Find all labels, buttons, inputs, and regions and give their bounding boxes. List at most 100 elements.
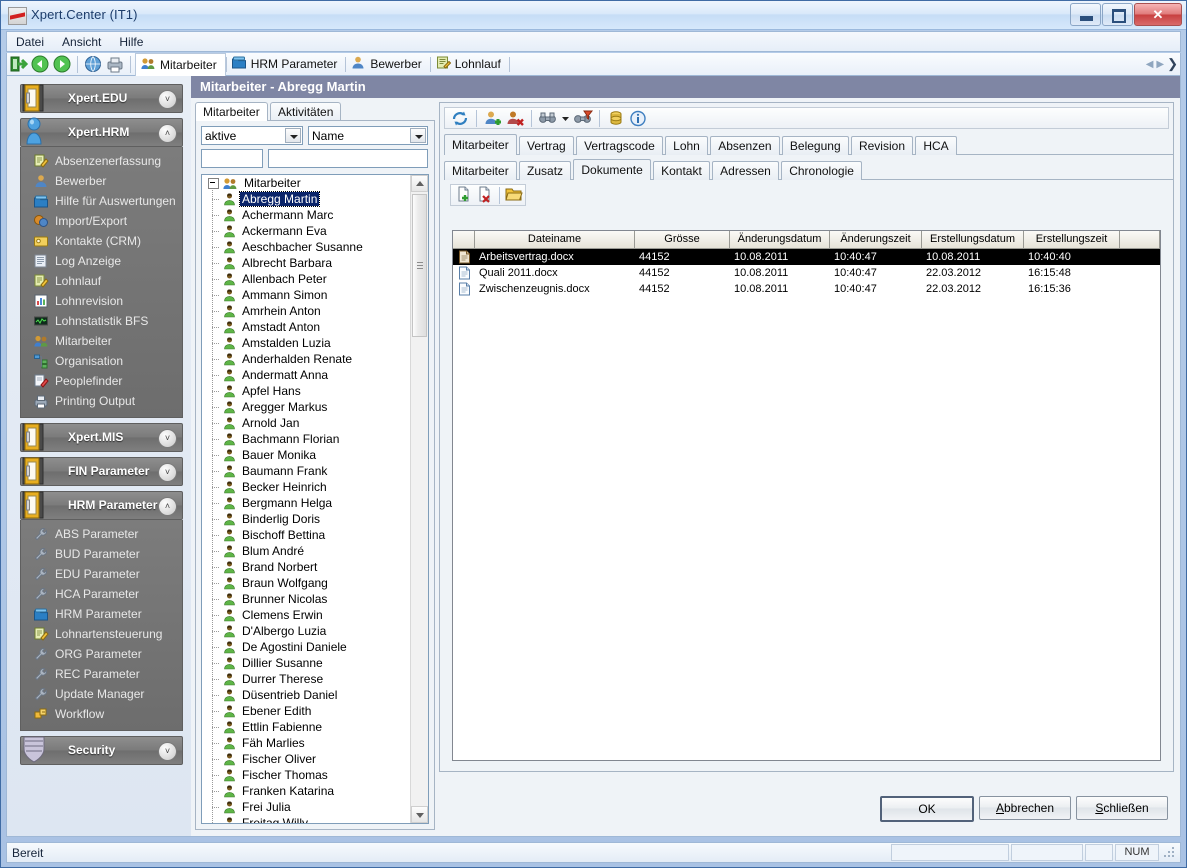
nav-item-log-anzeige[interactable]: Log Anzeige: [21, 251, 182, 271]
chevron-down-icon[interactable]: ˅: [158, 90, 177, 109]
minimize-button[interactable]: [1070, 3, 1101, 26]
grid-column-header[interactable]: Änderungszeit: [830, 231, 922, 249]
nav-item-bewerber[interactable]: Bewerber: [21, 171, 182, 191]
scroll-down-icon[interactable]: [411, 806, 428, 823]
tree-item-employee[interactable]: Amrhein Anton: [202, 302, 411, 320]
table-row[interactable]: Zwischenzeugnis.docx 44152 10.08.2011 10:40…: [453, 281, 1160, 297]
grid-column-header[interactable]: Erstellungszeit: [1024, 231, 1120, 249]
nav-item-absenzenerfassung[interactable]: Absenzenerfassung: [21, 151, 182, 171]
login-icon[interactable]: [7, 54, 29, 75]
menu-ansicht[interactable]: Ansicht: [53, 33, 110, 51]
nav-item-hca-parameter[interactable]: HCA Parameter: [21, 584, 182, 604]
toolbar-scroll-right-button[interactable]: ▶: [1156, 59, 1164, 70]
scroll-up-icon[interactable]: [411, 175, 428, 192]
grid-column-header[interactable]: Erstellungsdatum: [922, 231, 1024, 249]
menu-datei[interactable]: Datei: [7, 33, 53, 51]
nav-item-org-parameter[interactable]: ORG Parameter: [21, 644, 182, 664]
tree-item-employee[interactable]: Düsentrieb Daniel: [202, 686, 411, 704]
table-row[interactable]: Quali 2011.docx 44152 10.08.2011 10:40:47 22…: [453, 265, 1160, 281]
tab-mitarbeiter-l1[interactable]: Mitarbeiter: [444, 134, 517, 155]
sort-filter-combo[interactable]: Name: [308, 126, 428, 145]
tree-item-employee[interactable]: Bergmann Helga: [202, 494, 411, 512]
tree-item-employee[interactable]: Baumann Frank: [202, 462, 411, 480]
tree-item-employee[interactable]: Amstadt Anton: [202, 318, 411, 336]
nav-item-lohnartensteuerung[interactable]: Lohnartensteuerung: [21, 624, 182, 644]
tab-vertragscode[interactable]: Vertragscode: [576, 136, 663, 155]
nav-item-kontakte-crm[interactable]: Kontakte (CRM): [21, 231, 182, 251]
tree-item-employee[interactable]: Aregger Markus: [202, 398, 411, 416]
tree-item-employee[interactable]: Bischoff Bettina: [202, 526, 411, 544]
tree-item-employee[interactable]: Binderlig Doris: [202, 510, 411, 528]
nav-item-lohnrevision[interactable]: Lohnrevision: [21, 291, 182, 311]
nav-item-organisation[interactable]: Organisation: [21, 351, 182, 371]
search-input-small[interactable]: [201, 149, 263, 168]
nav-item-rec-parameter[interactable]: REC Parameter: [21, 664, 182, 684]
back-arrow-icon[interactable]: [29, 54, 51, 75]
toolbar-tab-mitarbeiter[interactable]: Mitarbeiter: [135, 53, 226, 76]
chevron-down-icon[interactable]: ˅: [158, 742, 177, 761]
tree-item-employee[interactable]: Braun Wolfgang: [202, 574, 411, 592]
tree-item-employee[interactable]: Amstalden Luzia: [202, 334, 411, 352]
grid-column-header[interactable]: Änderungsdatum: [730, 231, 830, 249]
chevron-down-icon[interactable]: [410, 128, 426, 143]
employee-tree[interactable]: Mitarbeiter Abregg Martin Achermann Marc A…: [201, 174, 429, 824]
toolbar-tab-hrm-parameter[interactable]: HRM Parameter: [227, 54, 346, 75]
close-dialog-button[interactable]: Schließen: [1076, 796, 1168, 820]
tree-item-employee[interactable]: Fischer Oliver: [202, 750, 411, 768]
dropdown-arrow-icon[interactable]: [559, 108, 572, 129]
search-input-large[interactable]: [268, 149, 428, 168]
menu-hilfe[interactable]: Hilfe: [110, 33, 152, 51]
tree-item-employee[interactable]: Brunner Nicolas: [202, 590, 411, 608]
binoculars-icon[interactable]: [537, 108, 559, 129]
scrollbar-thumb[interactable]: [412, 194, 427, 337]
tab-belegung[interactable]: Belegung: [781, 136, 849, 155]
tree-vertical-scrollbar[interactable]: [410, 175, 428, 823]
delete-document-icon[interactable]: [475, 185, 496, 206]
tab-revision[interactable]: Revision: [850, 136, 913, 155]
tree-item-employee[interactable]: Albrecht Barbara: [202, 254, 411, 272]
nav-item-bud-parameter[interactable]: BUD Parameter: [21, 544, 182, 564]
tree-item-employee[interactable]: Bauer Monika: [202, 446, 411, 464]
close-button[interactable]: ✕: [1134, 3, 1182, 26]
tab-mitarbeiter[interactable]: Mitarbeiter: [195, 102, 268, 121]
database-icon[interactable]: [605, 108, 627, 129]
nav-group-header-xpert-edu[interactable]: Xpert.EDU ˅: [20, 84, 183, 113]
grid-column-header[interactable]: Dateiname: [475, 231, 635, 249]
nav-item-workflow[interactable]: Workflow: [21, 704, 182, 724]
tab-dokumente[interactable]: Dokumente: [573, 159, 651, 180]
tree-item-employee[interactable]: Dillier Susanne: [202, 654, 411, 672]
tree-item-employee[interactable]: Abregg Martin: [202, 190, 411, 208]
add-person-icon[interactable]: [482, 108, 504, 129]
tree-item-employee[interactable]: Brand Norbert: [202, 558, 411, 576]
resize-grip-icon[interactable]: [1163, 846, 1177, 860]
toolbar-tab-lohnlauf[interactable]: Lohnlauf: [431, 54, 509, 75]
tree-item-employee[interactable]: Blum André: [202, 542, 411, 560]
tree-item-employee[interactable]: Bachmann Florian: [202, 430, 411, 448]
tab-lohn[interactable]: Lohn: [665, 136, 708, 155]
table-row[interactable]: Arbeitsvertrag.docx 44152 10.08.2011 10:40:…: [453, 249, 1160, 265]
tab-mitarbeiter-l2[interactable]: Mitarbeiter: [444, 161, 517, 180]
refresh-icon[interactable]: [449, 108, 471, 129]
nav-item-abs-parameter[interactable]: ABS Parameter: [21, 524, 182, 544]
chevron-down-icon[interactable]: ˅: [158, 429, 177, 448]
cancel-button[interactable]: Abbrechen: [979, 796, 1071, 820]
tree-item-employee[interactable]: Durrer Therese: [202, 670, 411, 688]
tree-item-employee[interactable]: Fischer Thomas: [202, 766, 411, 784]
nav-item-peoplefinder[interactable]: Peoplefinder: [21, 371, 182, 391]
nav-item-mitarbeiter[interactable]: Mitarbeiter: [21, 331, 182, 351]
nav-item-lohnstatistik-bfs[interactable]: Lohnstatistik BFS: [21, 311, 182, 331]
tree-item-employee[interactable]: Ammann Simon: [202, 286, 411, 304]
tree-item-employee[interactable]: De Agostini Daniele: [202, 638, 411, 656]
nav-group-header-xpert-hrm[interactable]: Xpert.HRM ˄: [20, 117, 183, 147]
forward-arrow-icon[interactable]: [51, 54, 73, 75]
tree-item-employee[interactable]: Anderhalden Renate: [202, 350, 411, 368]
grid-column-header[interactable]: [453, 231, 475, 249]
tree-item-employee[interactable]: Clemens Erwin: [202, 606, 411, 624]
tree-item-employee[interactable]: Ackermann Eva: [202, 222, 411, 240]
tree-item-employee[interactable]: Ebener Edith: [202, 702, 411, 720]
tree-item-employee[interactable]: Freitag Willy: [202, 814, 411, 823]
nav-item-hilfe-fuer-auswertungen[interactable]: Hilfe für Auswertungen: [21, 191, 182, 211]
chevron-down-icon[interactable]: ˅: [158, 463, 177, 482]
tree-item-employee[interactable]: Frei Julia: [202, 798, 411, 816]
grid-column-header[interactable]: [1120, 231, 1160, 249]
